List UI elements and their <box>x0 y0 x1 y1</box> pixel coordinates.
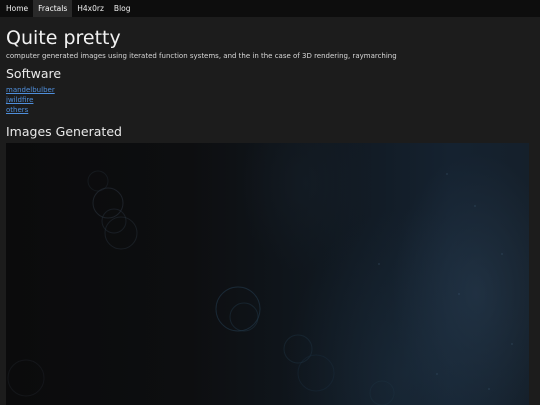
link-mandelbulber[interactable]: mandelbulber <box>6 85 55 95</box>
images-heading: Images Generated <box>6 124 122 139</box>
main-content: Quite pretty computer generated images u… <box>6 17 534 139</box>
top-navbar: Home Fractals H4x0rz Blog <box>0 0 540 17</box>
software-heading: Software <box>6 66 62 81</box>
fractal-render <box>7 170 513 405</box>
page-subtitle: computer generated images using iterated… <box>6 52 397 60</box>
nav-h4x0rz[interactable]: H4x0rz <box>72 0 109 17</box>
link-others[interactable]: others <box>6 105 28 115</box>
software-links: mandelbulber jwildfire others <box>6 85 534 115</box>
nav-fractals[interactable]: Fractals <box>33 0 73 17</box>
nav-blog[interactable]: Blog <box>109 0 136 17</box>
page-title: Quite pretty <box>6 27 121 49</box>
nav-home[interactable]: Home <box>1 0 33 17</box>
link-jwildfire[interactable]: jwildfire <box>6 95 33 105</box>
fractal-image <box>6 143 529 405</box>
